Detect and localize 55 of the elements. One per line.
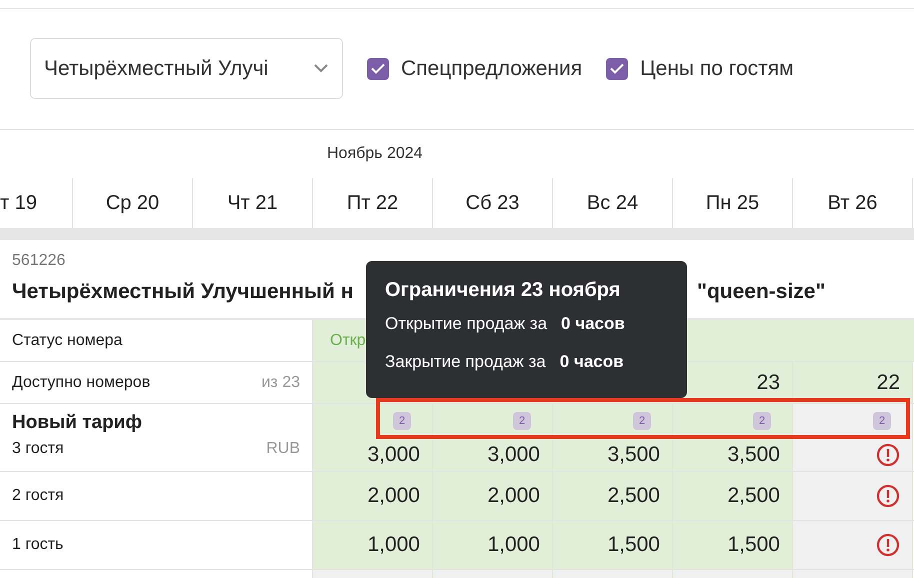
alert-icon <box>876 484 900 508</box>
count-badge: 2 <box>513 412 531 430</box>
tooltip-value: 0 часов <box>560 352 624 373</box>
day-header: т 19 <box>0 178 73 228</box>
count-badge: 2 <box>633 412 651 430</box>
price: 3,000 <box>487 443 540 467</box>
day-header: Вт 26 <box>793 178 913 228</box>
checkbox[interactable] <box>606 58 628 80</box>
price: 2,000 <box>487 484 540 508</box>
price: 3,500 <box>727 443 780 467</box>
tooltip-label: Закрытие продаж за <box>385 352 546 373</box>
checkmark-icon <box>610 63 624 74</box>
price: 3,000 <box>367 443 420 467</box>
count-badge: 2 <box>393 412 411 430</box>
checkmark-icon <box>371 63 385 74</box>
price: 2,500 <box>607 484 660 508</box>
price: 1,500 <box>607 533 660 557</box>
room-select[interactable]: Четырёхместный Улучі <box>30 38 343 99</box>
tooltip-title: Ограничения 23 ноября <box>385 279 622 302</box>
status-text: Откр <box>330 332 366 350</box>
checkbox[interactable] <box>367 58 389 80</box>
count-badge: 2 <box>753 412 771 430</box>
chevron-down-icon <box>314 64 328 73</box>
room-name: Четырёхместный Улучшенный н <box>12 280 354 304</box>
alert-icon <box>876 443 900 467</box>
row-label: Статус номера <box>12 332 122 350</box>
price: 1,000 <box>367 533 420 557</box>
price: 3,500 <box>607 443 660 467</box>
price: 2,000 <box>367 484 420 508</box>
count-badge: 2 <box>873 412 891 430</box>
total-rooms: из 23 <box>261 374 300 392</box>
price: 1,500 <box>727 533 780 557</box>
day-header: Сб 23 <box>433 178 553 228</box>
row-label: 3 гостя <box>12 440 64 458</box>
day-header: Ср 20 <box>73 178 193 228</box>
month-label: Ноябрь 2024 <box>327 145 423 163</box>
row-label: 2 гостя <box>12 487 64 505</box>
checkbox-label: Спецпредложения <box>401 56 582 80</box>
row-label: Доступно номеров <box>12 374 150 392</box>
day-header: Чт 21 <box>193 178 313 228</box>
price: 2,500 <box>727 484 780 508</box>
alert-icon <box>876 533 900 557</box>
availability-cell: 22 <box>793 362 913 403</box>
room-name: "queen-size" <box>697 280 826 304</box>
day-header: Пт 22 <box>313 178 433 228</box>
tooltip-value: 0 часов <box>561 314 625 335</box>
currency-label: RUB <box>266 440 300 458</box>
price: 1,000 <box>487 533 540 557</box>
day-header: Пн 25 <box>673 178 793 228</box>
row-label: 1 гость <box>12 536 64 554</box>
day-header: Вс 24 <box>553 178 673 228</box>
checkbox-label: Цены по гостям <box>640 56 794 80</box>
room-code: 561226 <box>12 252 66 270</box>
tooltip-label: Открытие продаж за <box>385 314 548 335</box>
rate-name: Новый тариф <box>12 412 143 434</box>
